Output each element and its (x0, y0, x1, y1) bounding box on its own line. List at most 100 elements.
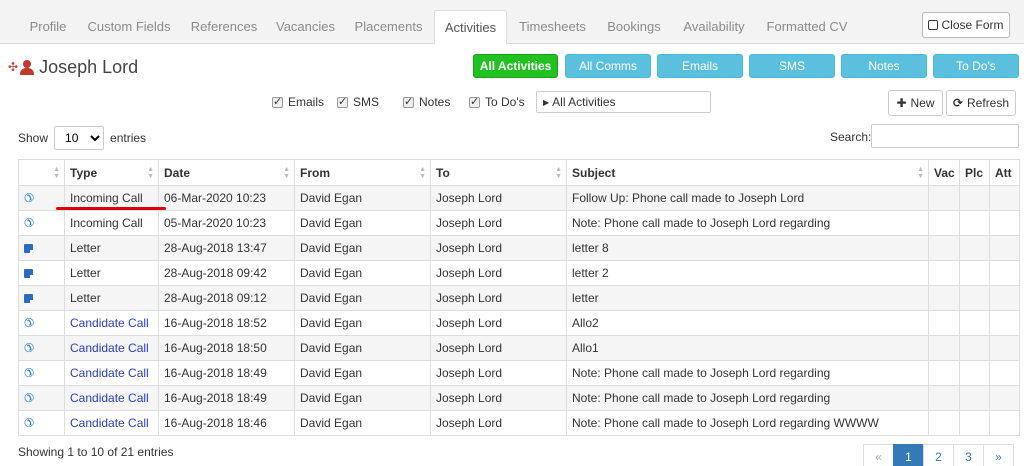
cell-subject: Note: Phone call made to Joseph Lord reg… (566, 360, 929, 386)
checkbox-emails[interactable] (272, 95, 283, 108)
all-comms-button[interactable]: All Comms (565, 54, 651, 78)
search-input[interactable] (871, 124, 1019, 148)
cell-vac (928, 210, 960, 236)
table-row[interactable]: ✆ Incoming Call 05-Mar-2020 10:23 David Ega… (18, 210, 1020, 236)
tab-availability[interactable]: Availability (673, 10, 755, 44)
cell-subject: letter (566, 285, 929, 311)
checkbox-todos[interactable] (469, 95, 480, 108)
col-header-plc[interactable]: Plc (959, 159, 990, 186)
close-form-button[interactable]: Close Form (922, 12, 1010, 38)
cell-att (989, 335, 1020, 361)
checkbox-notes[interactable] (403, 95, 414, 108)
new-button[interactable]: ✚ New (888, 90, 943, 116)
table-info: Showing 1 to 10 of 21 entries (18, 445, 174, 459)
cell-vac (928, 285, 960, 311)
cell-type[interactable]: Candidate Call (64, 335, 159, 361)
activity-type-select[interactable]: ▶ All Activities (536, 91, 711, 113)
all-activities-button[interactable]: All Activities (473, 54, 558, 78)
sort-icon: ▲ ▼ (555, 166, 562, 180)
cell-icon: ✆ (18, 310, 65, 336)
plus-icon: ✚ (896, 96, 907, 110)
tab-bookings[interactable]: Bookings (598, 10, 670, 44)
table-row[interactable]: ✆ Candidate Call 16-Aug-2018 18:52 David Eg… (18, 310, 1020, 336)
tab-activities[interactable]: Activities (434, 10, 507, 45)
col-header-from[interactable]: From ▲ ▼ (294, 159, 431, 186)
tab-bar: Profile Custom Fields References Vacanci… (0, 0, 1024, 45)
col-header-to[interactable]: To ▲ ▼ (430, 159, 567, 186)
refresh-button[interactable]: ⟳ Refresh (946, 90, 1016, 116)
table-row[interactable]: ✆ Incoming Call 06-Mar-2020 10:23 David Ega… (18, 185, 1020, 211)
col-header-date[interactable]: Date ▲ ▼ (158, 159, 295, 186)
col-header-subject[interactable]: Subject ▲ ▼ (566, 159, 929, 186)
tab-custom-fields[interactable]: Custom Fields (80, 10, 178, 44)
page-length-select[interactable]: 10 (54, 126, 105, 150)
tab-profile[interactable]: Profile (18, 10, 78, 44)
cell-icon (18, 285, 65, 311)
pagination-page-3[interactable]: 3 (953, 444, 984, 466)
notes-checkbox[interactable]: Notes (403, 95, 450, 109)
table-row[interactable]: ✆ Candidate Call 16-Aug-2018 18:46 David Eg… (18, 410, 1020, 436)
cell-to: Joseph Lord (430, 285, 567, 311)
table-row[interactable]: ✆ Candidate Call 16-Aug-2018 18:50 David Eg… (18, 335, 1020, 361)
tab-timesheets[interactable]: Timesheets (510, 10, 595, 44)
todos-checkbox[interactable]: To Do's (469, 95, 525, 109)
emails-button[interactable]: Emails (657, 54, 743, 78)
emails-checkbox-label: Emails (288, 95, 325, 109)
candidate-header: ✣ Joseph Lord (8, 55, 138, 79)
col-header-att[interactable]: Att (989, 159, 1020, 186)
cell-type[interactable]: Candidate Call (64, 385, 159, 411)
col-header-icon[interactable]: ▲ ▼ (18, 159, 65, 186)
todos-button[interactable]: To Do's (933, 54, 1019, 78)
sms-checkbox[interactable]: SMS (337, 95, 379, 109)
pagination-page-1[interactable]: 1 (893, 444, 924, 466)
cell-plc (959, 285, 990, 311)
table-row[interactable]: ✆ Candidate Call 16-Aug-2018 18:49 David Eg… (18, 360, 1020, 386)
table-row[interactable]: Letter 28-Aug-2018 13:47 David Egan Joseph … (18, 235, 1020, 261)
emails-checkbox[interactable]: Emails (272, 95, 324, 109)
col-header-vac[interactable]: Vac (928, 159, 960, 186)
cell-type[interactable]: Candidate Call (64, 410, 159, 436)
cell-subject: Allo1 (566, 335, 929, 361)
tab-placements[interactable]: Placements (345, 10, 432, 44)
phone-icon: ✆ (24, 391, 35, 405)
cell-to: Joseph Lord (430, 235, 567, 261)
pagination-previous[interactable]: « (863, 444, 894, 466)
pagination-page-2[interactable]: 2 (923, 444, 954, 466)
tab-formatted-cv[interactable]: Formatted CV (758, 10, 856, 44)
cell-date: 16-Aug-2018 18:49 (158, 385, 295, 411)
checkbox-sms[interactable] (337, 95, 348, 108)
sms-button[interactable]: SMS (749, 54, 835, 78)
cell-icon: ✆ (18, 210, 65, 236)
cell-date: 16-Aug-2018 18:46 (158, 410, 295, 436)
move-icon[interactable]: ✣ (8, 60, 18, 74)
letter-icon (24, 294, 33, 303)
cell-type[interactable]: Candidate Call (64, 310, 159, 336)
cell-date: 28-Aug-2018 13:47 (158, 235, 295, 261)
tab-references[interactable]: References (181, 10, 267, 44)
table-row[interactable]: Letter 28-Aug-2018 09:12 David Egan Joseph … (18, 285, 1020, 311)
cell-icon: ✆ (18, 410, 65, 436)
cell-type[interactable]: Candidate Call (64, 360, 159, 386)
tab-vacancies[interactable]: Vacancies (268, 10, 343, 44)
cell-from: David Egan (294, 335, 431, 361)
cell-subject: letter 8 (566, 235, 929, 261)
user-icon (20, 59, 35, 75)
cell-vac (928, 260, 960, 286)
notes-button[interactable]: Notes (841, 54, 927, 78)
cell-type: Letter (64, 235, 159, 261)
activity-select-value: All Activities (552, 95, 616, 109)
cell-subject: Note: Phone call made to Joseph Lord reg… (566, 385, 929, 411)
table-row[interactable]: Letter 28-Aug-2018 09:42 David Egan Joseph … (18, 260, 1020, 286)
col-header-type[interactable]: Type ▲ ▼ (64, 159, 159, 186)
pagination-next[interactable]: » (983, 444, 1014, 466)
cell-subject: Note: Phone call made to Joseph Lord reg… (566, 410, 929, 436)
phone-icon: ✆ (24, 416, 35, 430)
cell-plc (959, 385, 990, 411)
cell-vac (928, 335, 960, 361)
cell-to: Joseph Lord (430, 210, 567, 236)
sort-icon: ▲ ▼ (53, 166, 60, 180)
new-label: New (910, 96, 935, 110)
cell-plc (959, 210, 990, 236)
refresh-label: Refresh (967, 96, 1010, 110)
table-row[interactable]: ✆ Candidate Call 16-Aug-2018 18:49 David Eg… (18, 385, 1020, 411)
